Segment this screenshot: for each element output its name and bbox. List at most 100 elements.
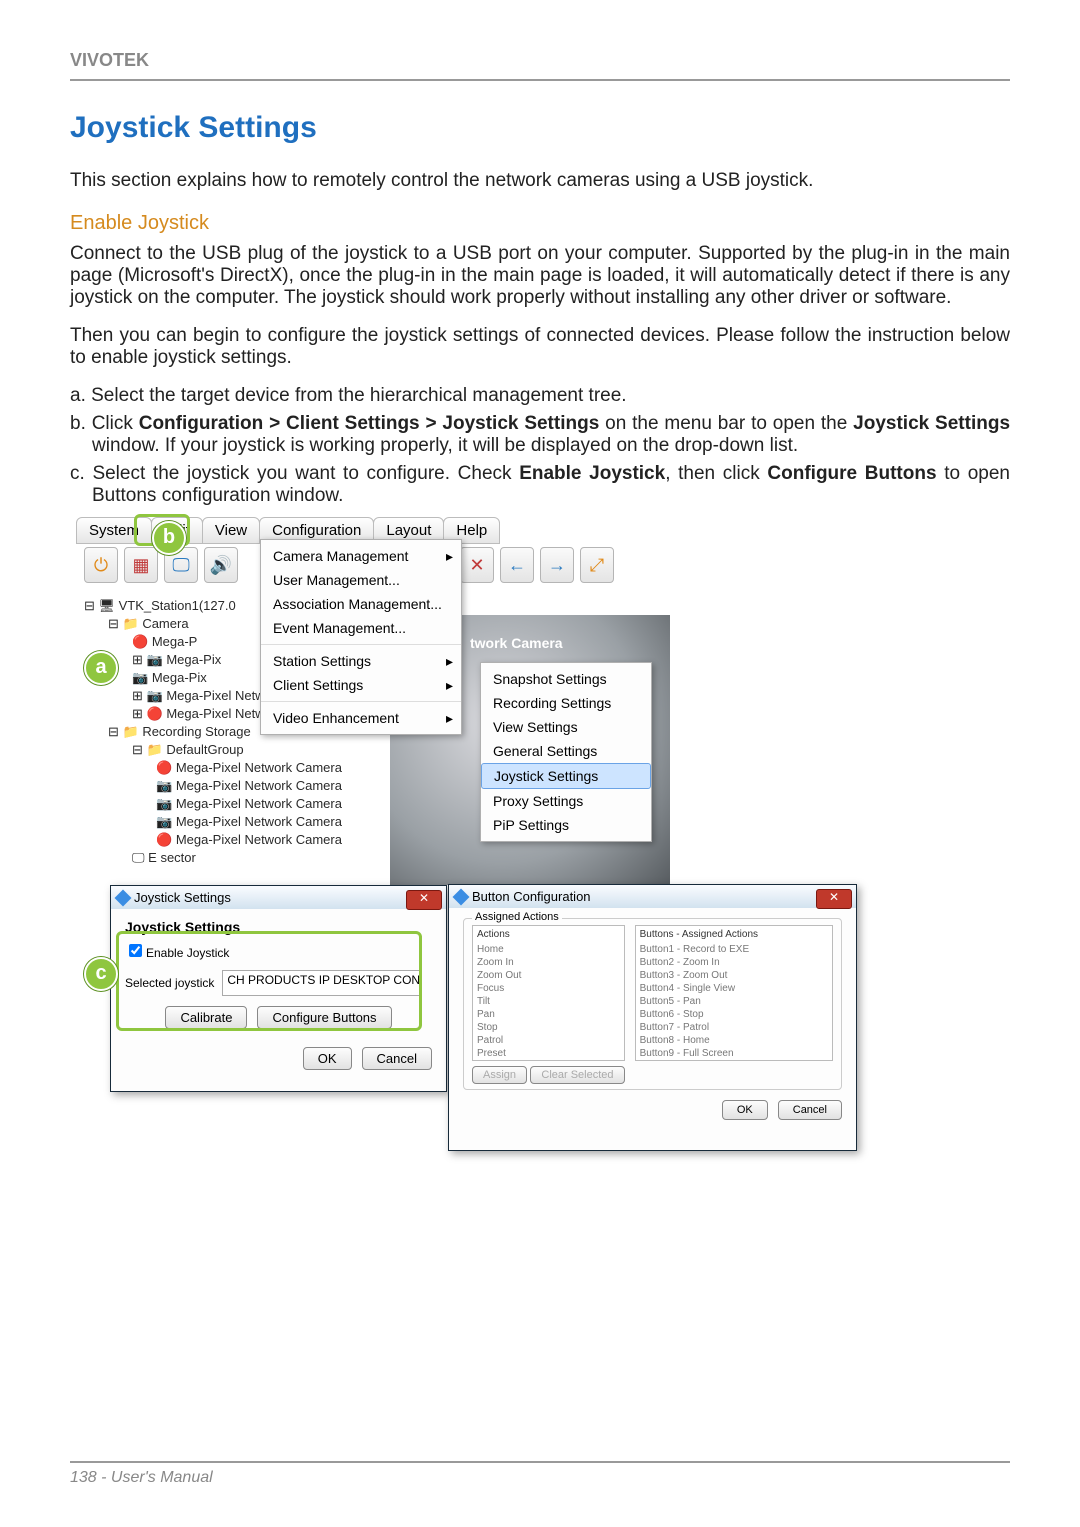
selected-joystick-label: Selected joystick xyxy=(125,976,214,990)
joy-ok-button[interactable]: OK xyxy=(303,1047,352,1070)
btn-7[interactable]: Button8 - Home xyxy=(640,1034,828,1047)
close-icon[interactable]: ✕ xyxy=(460,547,494,583)
brand: VIVOTEK xyxy=(70,50,1010,71)
cfg-event-management[interactable]: Event Management... xyxy=(261,616,461,640)
cfg-association-management[interactable]: Association Management... xyxy=(261,592,461,616)
action-1[interactable]: Zoom In xyxy=(477,956,620,969)
toolbar-right: ✕ ← → ⤢ xyxy=(460,547,614,583)
bc-title: Button Configuration xyxy=(472,889,591,904)
btn-6[interactable]: Button7 - Patrol xyxy=(640,1021,828,1034)
forward-icon[interactable]: → xyxy=(540,547,574,583)
tree-g1: Mega-Pixel Network Camera xyxy=(176,778,342,793)
cfg-camera-management[interactable]: Camera Management xyxy=(261,544,461,568)
video-preview-label: twork Camera xyxy=(470,635,563,651)
sound-icon[interactable]: 🔊 xyxy=(204,547,238,583)
btn-1[interactable]: Button2 - Zoom In xyxy=(640,956,828,969)
footer-text: 138 - User's Manual xyxy=(70,1469,213,1486)
assign-button[interactable]: Assign xyxy=(472,1066,527,1084)
configure-buttons-button[interactable]: Configure Buttons xyxy=(257,1006,391,1029)
action-2[interactable]: Zoom Out xyxy=(477,969,620,982)
intro-text: This section explains how to remotely co… xyxy=(70,170,1010,192)
actions-header: Actions xyxy=(477,928,620,941)
page-footer: 138 - User's Manual xyxy=(70,1461,1010,1487)
button-config-dialog: Button Configuration ✕ Assigned Actions … xyxy=(448,884,857,1151)
screenshot-wrapper: twork Camera System Edit View Configurat… xyxy=(70,517,840,1157)
cfg-client-settings[interactable]: Client Settings xyxy=(261,673,461,697)
power-icon[interactable]: ⏻ xyxy=(84,547,118,583)
clear-selected-button[interactable]: Clear Selected xyxy=(530,1066,624,1084)
enable-joystick-label: Enable Joystick xyxy=(146,946,229,960)
calibrate-button[interactable]: Calibrate xyxy=(165,1006,247,1029)
step-b: b. Click Configuration > Client Settings… xyxy=(70,413,1010,457)
menu-view[interactable]: View xyxy=(202,517,260,544)
step-c-pre: c. Select the joystick you want to confi… xyxy=(70,463,519,484)
tree-storage: Recording Storage xyxy=(142,724,250,739)
btn-8[interactable]: Button9 - Full Screen xyxy=(640,1047,828,1060)
btn-9[interactable]: Button10 - Snapshot Auto Naming xyxy=(640,1060,828,1061)
callout-c: c xyxy=(84,957,118,991)
tree-g4: Mega-Pixel Network Camera xyxy=(176,832,342,847)
cs-proxy[interactable]: Proxy Settings xyxy=(481,789,651,813)
action-3[interactable]: Focus xyxy=(477,982,620,995)
layout-icon[interactable]: ▦ xyxy=(124,547,158,583)
bc-legend: Assigned Actions xyxy=(472,911,562,923)
step-c-bold2: Configure Buttons xyxy=(767,463,936,484)
joy-title: Joystick Settings xyxy=(134,890,231,905)
cfg-station-settings[interactable]: Station Settings xyxy=(261,649,461,673)
page-title: Joystick Settings xyxy=(70,111,1010,145)
action-9[interactable]: Page Up xyxy=(477,1060,620,1061)
actions-listbox[interactable]: Actions Home Zoom In Zoom Out Focus Tilt… xyxy=(472,925,625,1061)
cs-general[interactable]: General Settings xyxy=(481,739,651,763)
cs-pip[interactable]: PiP Settings xyxy=(481,813,651,837)
btn-4[interactable]: Button5 - Pan xyxy=(640,995,828,1008)
enable-joystick-checkbox[interactable] xyxy=(129,944,142,957)
cfg-user-management[interactable]: User Management... xyxy=(261,568,461,592)
action-4[interactable]: Tilt xyxy=(477,995,620,1008)
bc-close-button[interactable]: ✕ xyxy=(816,889,852,909)
paragraph-2: Then you can begin to configure the joys… xyxy=(70,325,1010,369)
step-b-bold1: Configuration > Client Settings > Joysti… xyxy=(139,413,600,434)
buttons-listbox[interactable]: Buttons - Assigned Actions Button1 - Rec… xyxy=(635,925,833,1061)
joy-titlebar: Joystick Settings xyxy=(111,886,446,909)
action-8[interactable]: Preset xyxy=(477,1047,620,1060)
menu-system[interactable]: System xyxy=(76,517,152,544)
cs-joystick[interactable]: Joystick Settings xyxy=(481,763,651,789)
maximize-icon[interactable]: ⤢ xyxy=(580,547,614,583)
cs-recording[interactable]: Recording Settings xyxy=(481,691,651,715)
step-c-bold1: Enable Joystick xyxy=(519,463,665,484)
app-icon xyxy=(453,888,470,905)
btn-3[interactable]: Button4 - Single View xyxy=(640,982,828,995)
action-7[interactable]: Patrol xyxy=(477,1034,620,1047)
app-icon xyxy=(115,889,132,906)
step-c-mid: , then click xyxy=(665,463,767,484)
divider-top xyxy=(70,79,1010,81)
tree-group: DefaultGroup xyxy=(166,742,243,757)
callout-b: b xyxy=(152,521,186,555)
tree-g0: Mega-Pixel Network Camera xyxy=(176,760,342,775)
bc-ok-button[interactable]: OK xyxy=(722,1100,768,1120)
joy-header: Joystick Settings xyxy=(125,919,432,935)
action-5[interactable]: Pan xyxy=(477,1008,620,1021)
btn-2[interactable]: Button3 - Zoom Out xyxy=(640,969,828,982)
action-0[interactable]: Home xyxy=(477,943,620,956)
tree-cam-2: Mega-Pix xyxy=(152,670,207,685)
back-icon[interactable]: ← xyxy=(500,547,534,583)
btn-5[interactable]: Button6 - Stop xyxy=(640,1008,828,1021)
configuration-menu: Camera Management User Management... Ass… xyxy=(260,539,462,735)
tree-g3: Mega-Pixel Network Camera xyxy=(176,814,342,829)
callout-a: a xyxy=(84,651,118,685)
tree-camera: Camera xyxy=(142,616,188,631)
btn-0[interactable]: Button1 - Record to EXE xyxy=(640,943,828,956)
cs-snapshot[interactable]: Snapshot Settings xyxy=(481,667,651,691)
action-6[interactable]: Stop xyxy=(477,1021,620,1034)
tree-root: VTK_Station1(127.0 xyxy=(119,598,236,613)
step-c: c. Select the joystick you want to confi… xyxy=(70,463,1010,507)
joy-close-button[interactable]: ✕ xyxy=(406,890,442,910)
bc-cancel-button[interactable]: Cancel xyxy=(778,1100,842,1120)
cs-view[interactable]: View Settings xyxy=(481,715,651,739)
cfg-video-enhancement[interactable]: Video Enhancement xyxy=(261,706,461,730)
step-b-bold2: Joystick Settings xyxy=(853,413,1010,434)
joy-cancel-button[interactable]: Cancel xyxy=(362,1047,432,1070)
selected-joystick-dropdown[interactable]: CH PRODUCTS IP DESKTOP CON xyxy=(222,970,422,996)
step-b-mid: on the menu bar to open the xyxy=(599,413,853,434)
